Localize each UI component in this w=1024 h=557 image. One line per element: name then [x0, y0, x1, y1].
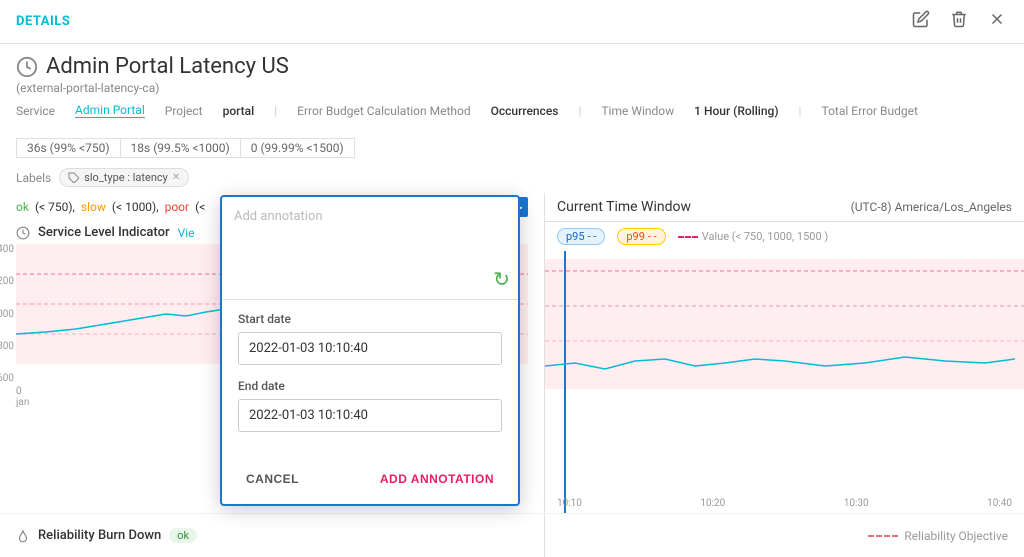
- dialog-overlay: ↻ Start date End date CANCEL ADD ANNOTAT…: [0, 0, 1024, 556]
- annotation-textarea[interactable]: [226, 201, 514, 291]
- start-date-input[interactable]: [238, 332, 502, 365]
- start-date-label: Start date: [238, 312, 502, 326]
- refresh-icon[interactable]: ↻: [493, 267, 510, 291]
- end-date-input[interactable]: [238, 399, 502, 432]
- end-date-label: End date: [238, 379, 502, 393]
- add-annotation-button[interactable]: ADD ANNOTATION: [372, 466, 502, 492]
- dialog-actions: CANCEL ADD ANNOTATION: [222, 458, 518, 504]
- annotation-textarea-wrapper: ↻: [222, 197, 518, 299]
- annotation-dialog: ↻ Start date End date CANCEL ADD ANNOTAT…: [220, 195, 520, 506]
- dialog-body: Start date End date: [222, 300, 518, 458]
- cancel-button[interactable]: CANCEL: [238, 466, 307, 492]
- start-date-group: Start date: [238, 312, 502, 365]
- end-date-group: End date: [238, 379, 502, 432]
